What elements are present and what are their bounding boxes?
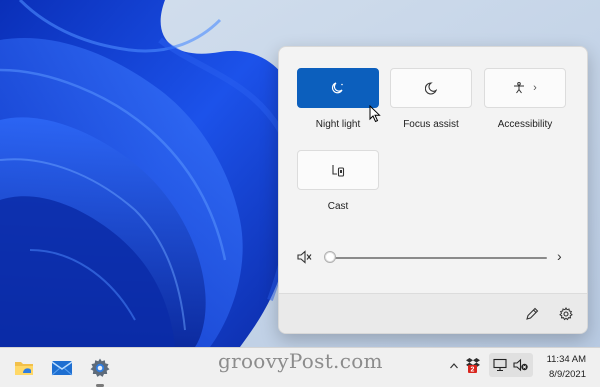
speaker-muted-tray-icon bbox=[513, 358, 529, 377]
cast-icon bbox=[331, 164, 345, 177]
watermark-text: groovyPost.com bbox=[218, 349, 383, 373]
audio-output-chevron-icon[interactable]: › bbox=[557, 248, 562, 264]
moon-icon bbox=[425, 81, 437, 95]
clock[interactable]: 11:34 AM 8/9/2021 bbox=[538, 352, 586, 382]
network-icon bbox=[493, 358, 507, 377]
volume-control: › bbox=[279, 245, 587, 271]
cast-toggle[interactable] bbox=[297, 150, 379, 190]
accessibility-icon bbox=[513, 82, 525, 94]
mouse-pointer-icon bbox=[369, 104, 381, 128]
cast-label: Cast bbox=[327, 201, 349, 212]
pencil-icon[interactable] bbox=[525, 307, 539, 326]
mail-icon[interactable] bbox=[49, 355, 75, 381]
accessibility-label: Accessibility bbox=[497, 119, 553, 130]
svg-text:2: 2 bbox=[471, 367, 475, 373]
speaker-muted-icon[interactable] bbox=[296, 249, 314, 270]
quick-settings-panel: Night light Focus assist › Accessibility… bbox=[278, 46, 588, 334]
volume-slider-track[interactable] bbox=[329, 257, 547, 259]
night-light-toggle[interactable] bbox=[297, 68, 379, 108]
settings-icon[interactable] bbox=[87, 355, 113, 381]
focus-assist-toggle[interactable] bbox=[390, 68, 472, 108]
dropbox-icon[interactable]: 2 bbox=[466, 357, 480, 378]
chevron-right-icon: › bbox=[533, 82, 537, 94]
gear-icon[interactable] bbox=[559, 307, 573, 326]
clock-date: 8/9/2021 bbox=[549, 369, 586, 380]
system-tray-quick-settings-button[interactable] bbox=[489, 353, 533, 377]
accessibility-toggle[interactable]: › bbox=[484, 68, 566, 108]
volume-slider-thumb[interactable] bbox=[324, 251, 336, 263]
chevron-up-icon[interactable] bbox=[449, 358, 459, 376]
clock-time: 11:34 AM bbox=[546, 354, 586, 365]
night-light-icon bbox=[331, 82, 345, 94]
quick-settings-footer bbox=[279, 293, 587, 333]
file-explorer-icon[interactable] bbox=[11, 355, 37, 381]
